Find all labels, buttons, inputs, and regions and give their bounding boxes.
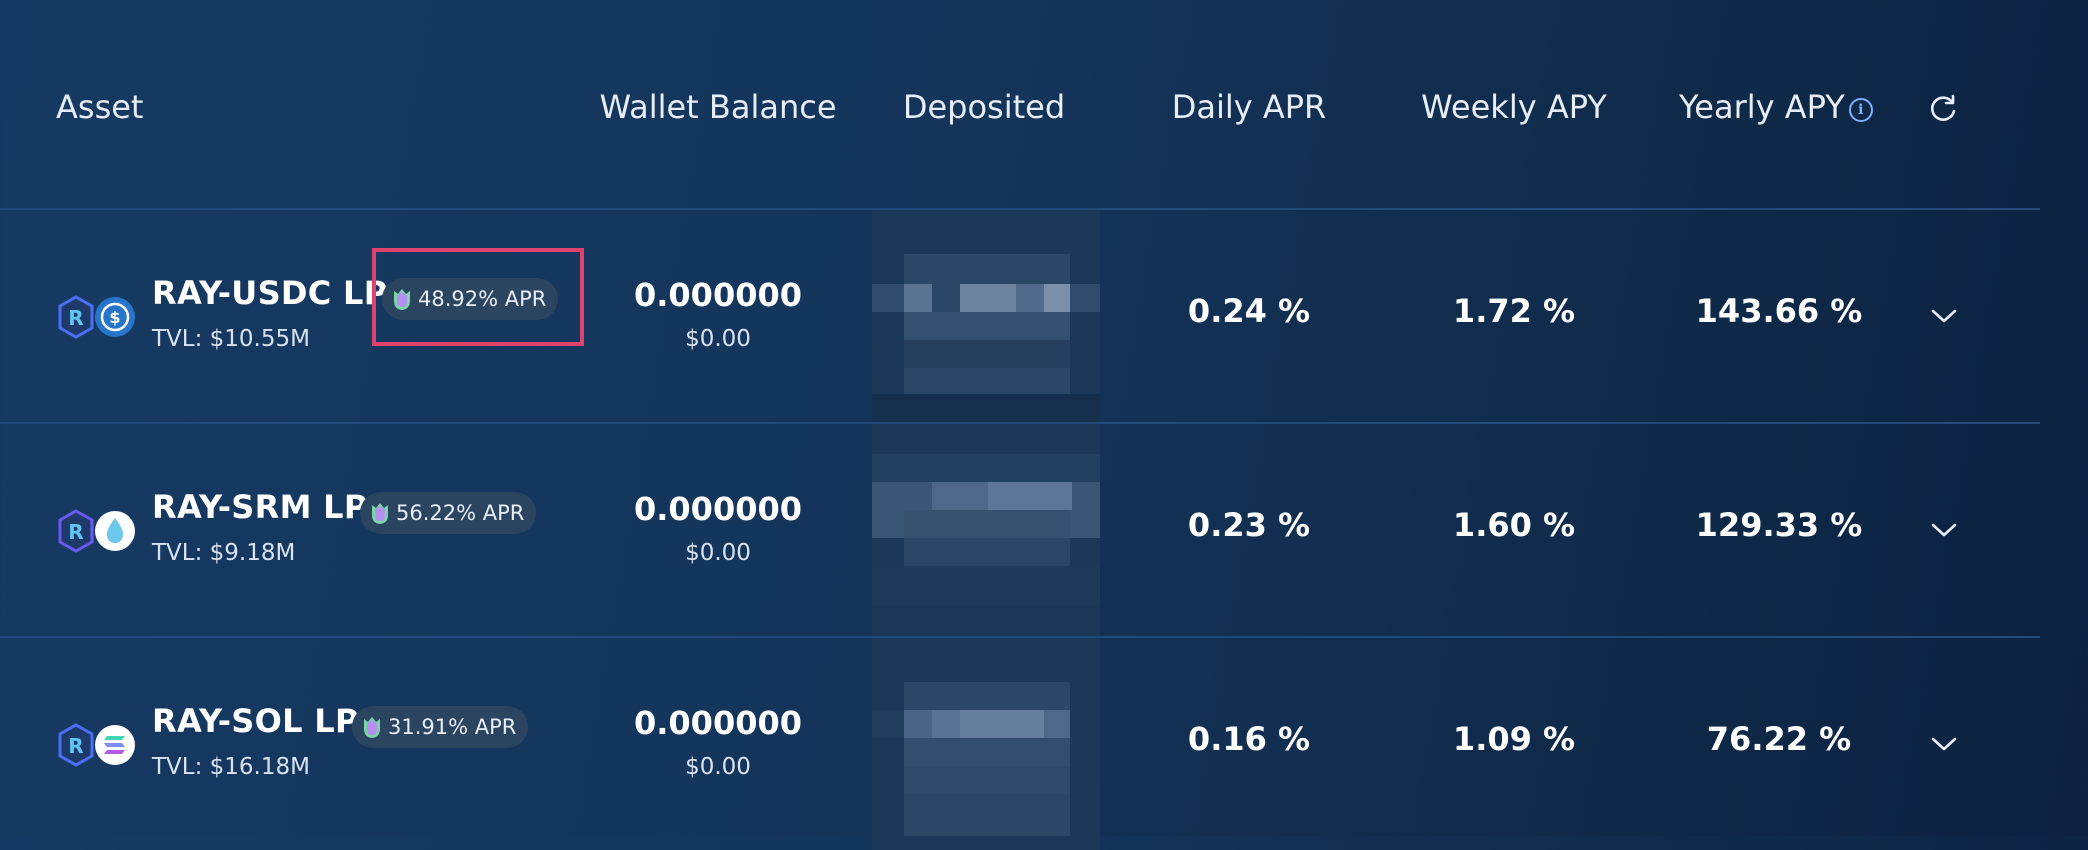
- deposited-redacted: [872, 210, 1100, 422]
- srm-icon: [95, 511, 135, 551]
- tvl-value: TVL: $10.55M: [152, 326, 310, 352]
- deposited-redacted: [872, 424, 1100, 636]
- farm-reward-icon: [364, 717, 380, 738]
- weekly-apy: 1.09 %: [1452, 720, 1576, 758]
- apr-badge-label: 56.22% APR: [396, 501, 525, 525]
- svg-text:R: R: [68, 520, 83, 544]
- wallet-balance: 0.000000: [633, 276, 803, 314]
- asset-name: RAY-SOL LP: [152, 702, 359, 740]
- svg-text:R: R: [68, 306, 83, 330]
- header-wallet-balance: Wallet Balance: [599, 88, 837, 126]
- header-daily-apr: Daily APR: [1171, 88, 1327, 126]
- header-yearly-apy-label: Yearly APY: [1679, 88, 1845, 126]
- yearly-apy: 143.66 %: [1695, 292, 1863, 330]
- apr-badge[interactable]: 31.91% APR: [352, 706, 529, 748]
- wallet-balance: 0.000000: [633, 704, 803, 742]
- header-asset: Asset: [56, 88, 144, 126]
- header-deposited: Deposited: [902, 88, 1066, 126]
- token-pair-logo: R $: [56, 294, 140, 340]
- info-icon[interactable]: i: [1848, 98, 1873, 122]
- daily-apr: 0.23 %: [1187, 506, 1311, 544]
- header-yearly-apy: Yearly APY i: [1679, 88, 1873, 126]
- token-pair-logo: R: [56, 722, 140, 768]
- wallet-balance-usd: $0.00: [685, 540, 751, 566]
- wallet-balance-usd: $0.00: [685, 326, 751, 352]
- table-row[interactable]: R $ RAY-USDC LP 48.92% APR TVL: $10.55M …: [0, 210, 2040, 424]
- apr-badge[interactable]: 56.22% APR: [360, 492, 537, 534]
- chevron-down-icon[interactable]: [1930, 306, 1958, 326]
- yearly-apy: 129.33 %: [1695, 506, 1863, 544]
- token-pair-logo: R: [56, 508, 140, 554]
- asset-name: RAY-SRM LP: [152, 488, 368, 526]
- ray-icon: R: [58, 295, 94, 339]
- chevron-down-icon[interactable]: [1930, 520, 1958, 540]
- refresh-icon[interactable]: [1928, 94, 1958, 124]
- tvl-value: TVL: $9.18M: [152, 540, 296, 566]
- farm-reward-icon: [372, 503, 388, 524]
- table-header: Asset Wallet Balance Deposited Daily APR…: [0, 0, 2040, 210]
- header-weekly-apy: Weekly APY: [1421, 88, 1607, 126]
- wallet-balance: 0.000000: [633, 490, 803, 528]
- daily-apr: 0.16 %: [1187, 720, 1311, 758]
- svg-text:R: R: [68, 734, 83, 758]
- wallet-balance-usd: $0.00: [685, 754, 751, 780]
- apr-badge-label: 31.91% APR: [388, 715, 517, 739]
- svg-text:$: $: [109, 308, 120, 327]
- usdc-icon: $: [95, 297, 135, 337]
- weekly-apy: 1.72 %: [1452, 292, 1576, 330]
- weekly-apy: 1.60 %: [1452, 506, 1576, 544]
- asset-name: RAY-USDC LP: [152, 274, 388, 312]
- deposited-redacted: [872, 638, 1100, 850]
- tvl-value: TVL: $16.18M: [152, 754, 310, 780]
- chevron-down-icon[interactable]: [1930, 734, 1958, 754]
- yearly-apy: 76.22 %: [1706, 720, 1852, 758]
- ray-icon: R: [58, 509, 94, 553]
- table-row[interactable]: R RAY-SOL LP 31.91% APR TVL: $16.18M 0.0…: [0, 638, 2040, 850]
- sol-icon: [95, 725, 135, 765]
- highlight-box: [372, 248, 584, 346]
- daily-apr: 0.24 %: [1187, 292, 1311, 330]
- ray-icon: R: [58, 723, 94, 767]
- table-row[interactable]: R RAY-SRM LP 56.22% APR TVL: $9.18M 0.00…: [0, 424, 2040, 638]
